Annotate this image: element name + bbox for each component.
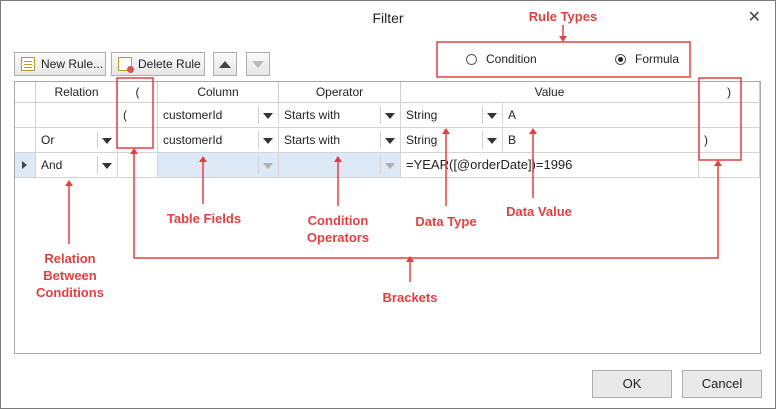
column-value: customerId [163,108,223,122]
data-value-cell[interactable]: A [503,103,699,128]
annotation-data-value: Data Value [506,204,572,219]
column-cell[interactable]: customerId [158,128,279,153]
relation-value: Or [41,133,55,147]
chevron-down-icon[interactable] [258,128,278,152]
col-header-operator: Operator [279,82,401,103]
operator-cell[interactable] [279,153,401,178]
chevron-down-icon[interactable] [97,153,117,177]
new-rule-label: New Rule... [41,57,104,71]
column-cell[interactable] [158,153,279,178]
operator-value: Starts with [284,133,341,147]
col-header-open-bracket: ( [118,82,158,103]
formula-value-cell[interactable]: =YEAR([@orderDate])=1996 [401,153,699,178]
operator-cell[interactable]: Starts with [279,103,401,128]
annotation-table-fields: Table Fields [166,211,242,226]
data-type-value: String [406,133,438,147]
close-bracket-cell[interactable] [699,153,760,178]
delete-rule-label: Delete Rule [138,57,201,71]
new-rule-icon [21,57,35,71]
delete-rule-icon [118,57,134,73]
relation-cell[interactable] [36,103,118,128]
column-cell[interactable]: customerId [158,103,279,128]
title-bar: Filter ✕ [1,1,775,35]
relation-value: And [41,158,63,172]
data-type-cell[interactable]: String [401,103,503,128]
ok-button[interactable]: OK [592,370,672,398]
annotation-brackets: Brackets [382,290,438,305]
operator-cell[interactable]: Starts with [279,128,401,153]
row-header-corner [15,82,36,103]
chevron-down-icon[interactable] [258,153,278,177]
relation-cell[interactable]: Or [36,128,118,153]
relation-cell[interactable]: And [36,153,118,178]
row-header[interactable] [15,103,36,128]
close-bracket-cell[interactable]: ) [699,128,760,153]
data-value-cell[interactable]: B [503,128,699,153]
move-up-button[interactable] [213,52,237,76]
arrow-down-icon [252,60,264,68]
radio-condition-label: Condition [486,52,537,66]
data-type-cell[interactable]: String [401,128,503,153]
row-pointer-icon [22,161,27,169]
annotation-relation-line1: Relation [44,251,96,266]
open-bracket-cell[interactable]: ( [118,103,158,128]
data-type-value: String [406,108,438,122]
annotation-data-type: Data Type [415,214,477,229]
radio-formula[interactable]: Formula [615,52,679,66]
rule-type-group: Condition Formula [443,45,688,74]
annotation-relation-line2: Between [43,268,97,283]
open-bracket-cell[interactable] [118,153,158,178]
delete-rule-button[interactable]: Delete Rule [111,52,205,76]
radio-condition[interactable]: Condition [466,52,537,66]
row-header[interactable] [15,128,36,153]
chevron-down-icon[interactable] [380,153,400,177]
radio-formula-circle[interactable] [615,53,626,65]
dialog-title: Filter [372,10,404,26]
chevron-down-icon[interactable] [482,128,502,152]
arrow-up-icon [219,60,231,68]
col-header-value: Value [401,82,699,103]
annotation-rule-types: Rule Types [528,9,598,24]
col-header-relation: Relation [36,82,118,103]
rules-grid: Relation ( Column Operator Value ) ( cus… [14,81,761,354]
annotation-relation-line3: Conditions [36,285,104,300]
new-rule-button[interactable]: New Rule... [14,52,106,76]
col-header-close-bracket: ) [699,82,760,103]
row-header-current[interactable] [15,153,36,178]
annotation-operators-line2: Operators [306,230,370,245]
chevron-down-icon[interactable] [258,103,278,127]
chevron-down-icon[interactable] [380,103,400,127]
chevron-down-icon[interactable] [380,128,400,152]
annotation-condition-operators: Condition Operators [294,212,382,246]
cancel-button[interactable]: Cancel [682,370,762,398]
col-header-column: Column [158,82,279,103]
close-icon[interactable]: ✕ [748,7,761,27]
column-value: customerId [163,133,223,147]
chevron-down-icon[interactable] [482,103,502,127]
open-bracket-cell[interactable] [118,128,158,153]
annotation-operators-line1: Condition [307,213,369,228]
annotation-relation: Relation Between Conditions [22,250,118,301]
chevron-down-icon[interactable] [97,128,117,152]
operator-value: Starts with [284,108,341,122]
close-bracket-cell[interactable] [699,103,760,128]
radio-formula-label: Formula [635,52,680,66]
move-down-button[interactable] [246,52,270,76]
radio-condition-circle[interactable] [466,53,477,65]
